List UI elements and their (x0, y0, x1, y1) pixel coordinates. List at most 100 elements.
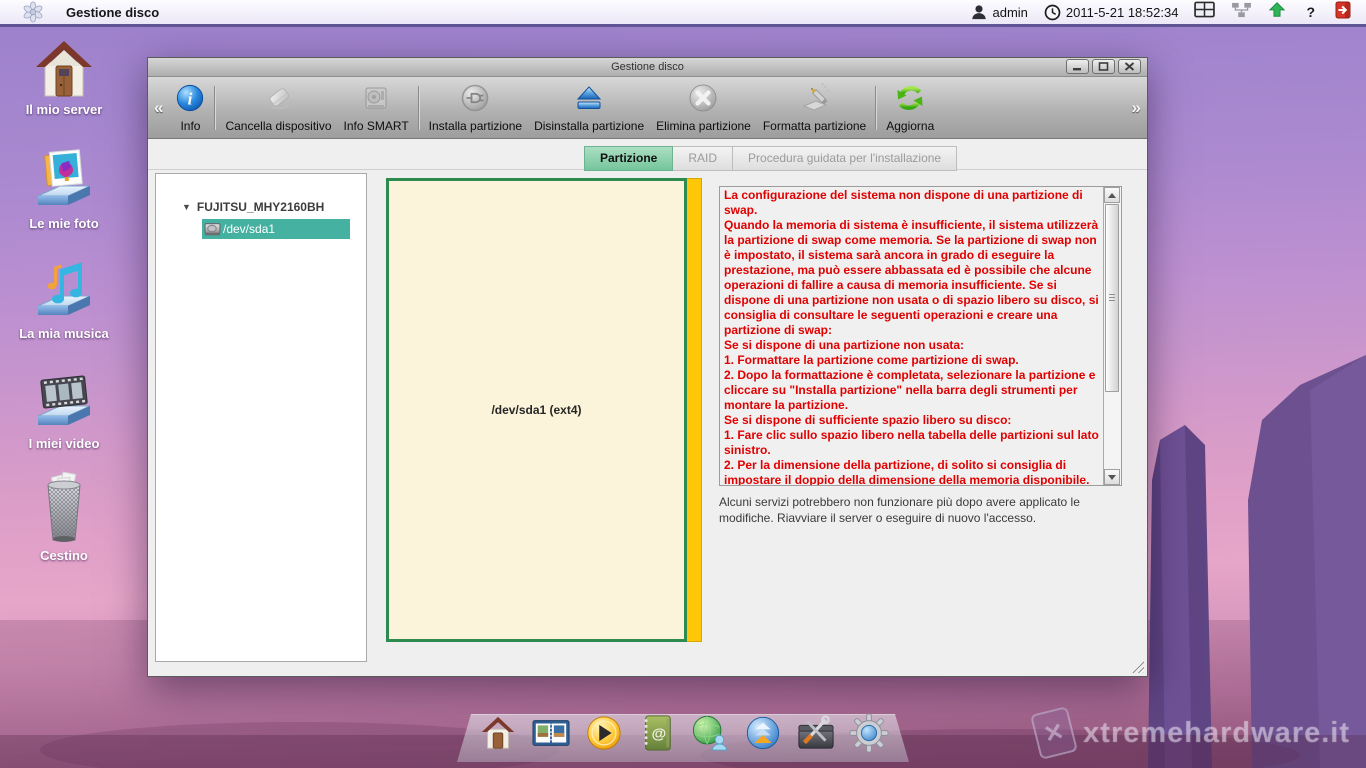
desktop-icon-my-music[interactable]: La mia musica (8, 258, 120, 341)
tab-installation-wizard[interactable]: Procedura guidata per l'installazione (733, 146, 957, 171)
svg-text:i: i (188, 90, 193, 109)
user-icon (971, 4, 987, 21)
info-icon: i (175, 80, 205, 116)
page-title: Gestione disco (66, 5, 159, 20)
toolbar-scroll-right[interactable]: » (1126, 98, 1147, 118)
desktop-icon-my-server[interactable]: Il mio server (8, 38, 120, 117)
partition-name: /dev/sda1 (223, 222, 275, 236)
partition-map: /dev/sda1 (ext4) (386, 178, 702, 642)
dock-media-player-icon[interactable] (583, 712, 625, 754)
scrollbar-thumb[interactable] (1105, 204, 1119, 392)
partition-block-selected[interactable]: /dev/sda1 (ext4) (386, 178, 687, 642)
network-status-button[interactable] (1231, 2, 1252, 23)
svg-text:@: @ (651, 726, 666, 743)
toolbar-button-unmount-partition[interactable]: Disinstalla partizione (528, 77, 650, 138)
delete-x-icon (687, 80, 719, 116)
desktop-icon-my-photos[interactable]: Le mie foto (8, 148, 120, 231)
desktop-icon-label: Cestino (40, 548, 88, 563)
tree-node-device[interactable]: ▼ FUJITSU_MHY2160BH (182, 200, 366, 214)
scrollbar[interactable] (1103, 187, 1121, 485)
window-grid-button[interactable] (1194, 1, 1215, 23)
help-button[interactable]: ? (1302, 4, 1319, 20)
dock-contacts-globe-icon[interactable] (689, 712, 731, 754)
topbar: Gestione disco admin 2011-5-21 18:52:34 (0, 0, 1366, 27)
toolbar-scroll-left[interactable]: « (148, 98, 169, 118)
network-icon (1231, 2, 1252, 18)
plug-icon (459, 80, 491, 116)
minimize-icon (1072, 62, 1083, 71)
scrollbar-down-button[interactable] (1104, 469, 1120, 485)
datetime-text: 2011-5-21 18:52:34 (1066, 5, 1179, 20)
toolbar-button-smart-info[interactable]: Info SMART (338, 77, 415, 138)
xtremehardware-logo-icon: ✕ (1030, 706, 1078, 760)
swap-warning-box: La configurazione del sistema non dispon… (719, 186, 1122, 486)
toolbar-button-info[interactable]: i Info (169, 77, 211, 138)
toolbar-button-mount-partition[interactable]: Installa partizione (423, 77, 528, 138)
topbar-status-area: admin 2011-5-21 18:52:34 (971, 1, 1352, 24)
scrollbar-grip-icon (1109, 294, 1115, 301)
window-resize-grip[interactable] (1131, 660, 1144, 673)
hard-disk-icon (204, 221, 221, 237)
down-arrow-icon (1108, 475, 1116, 480)
desktop-icon-trash[interactable]: Cestino (8, 468, 120, 563)
clock-widget[interactable]: 2011-5-21 18:52:34 (1044, 4, 1179, 21)
toolbar-button-refresh[interactable]: Aggiorna (880, 77, 940, 138)
house-icon (32, 38, 96, 100)
toolbar-separator (214, 86, 216, 130)
dock-toolbox-icon[interactable] (795, 712, 837, 754)
swap-warning-text: La configurazione del sistema non dispon… (720, 187, 1103, 485)
desktop-icon-label: Le mie foto (29, 216, 98, 231)
desktop-icon-label: I miei video (29, 436, 100, 451)
desktop-icon-label: La mia musica (19, 326, 109, 341)
logout-button[interactable] (1335, 1, 1352, 24)
videos-icon (32, 368, 96, 434)
toolbar-button-delete-partition[interactable]: Elimina partizione (650, 77, 757, 138)
logout-icon (1335, 1, 1352, 19)
partition-block-label: /dev/sda1 (ext4) (491, 403, 581, 417)
desktop-icon-my-videos[interactable]: I miei video (8, 368, 120, 451)
desktop-icon-label: Il mio server (26, 102, 103, 117)
tree-expander-icon[interactable]: ▼ (182, 202, 191, 212)
up-arrow-icon (1108, 193, 1116, 198)
watermark: ✕ xtremehardware.it (1035, 710, 1350, 756)
upload-arrow-button[interactable] (1268, 1, 1286, 23)
tab-raid[interactable]: RAID (673, 146, 733, 171)
device-name: FUJITSU_MHY2160BH (197, 200, 324, 214)
toolbar-separator (418, 86, 420, 130)
toolbar-button-format-partition[interactable]: Formatta partizione (757, 77, 872, 138)
window-title: Gestione disco (611, 61, 684, 73)
toolbar-button-erase-device[interactable]: Cancella dispositivo (219, 77, 337, 138)
free-space-block[interactable] (687, 178, 702, 642)
scrollbar-up-button[interactable] (1104, 187, 1120, 203)
dock-download-globe-icon[interactable] (742, 712, 784, 754)
photos-icon (32, 148, 96, 214)
device-tree-panel: ▼ FUJITSU_MHY2160BH /dev/sda1 (155, 173, 367, 662)
window-toolbar: « i Info Cancella dispositivo Info SMART (148, 77, 1147, 139)
close-icon (1124, 62, 1135, 71)
dock-home-icon[interactable] (477, 712, 519, 754)
app-logo-icon (22, 1, 44, 23)
music-icon (32, 258, 96, 324)
dock-address-book-icon[interactable]: @ (636, 712, 678, 754)
grid-icon (1194, 1, 1215, 18)
toolbar-separator (875, 86, 877, 130)
clock-icon (1044, 4, 1061, 21)
smart-disk-icon (360, 80, 392, 116)
dock-photo-album-icon[interactable] (530, 712, 572, 754)
trash-icon (32, 468, 96, 546)
user-menu[interactable]: admin (971, 4, 1027, 21)
tab-strip: Partizione RAID Procedura guidata per l'… (584, 146, 957, 171)
green-up-arrow-icon (1268, 1, 1286, 18)
watermark-text: xtremehardware.it (1083, 717, 1350, 750)
window-titlebar[interactable]: Gestione disco (148, 58, 1147, 77)
tab-partizione[interactable]: Partizione (584, 146, 673, 171)
tree-node-partition-selected[interactable]: /dev/sda1 (202, 219, 350, 239)
eraser-icon (263, 80, 295, 116)
close-button[interactable] (1118, 59, 1141, 74)
maximize-button[interactable] (1092, 59, 1115, 74)
dock: @ (457, 710, 909, 762)
minimize-button[interactable] (1066, 59, 1089, 74)
dock-settings-gear-icon[interactable] (848, 712, 890, 754)
refresh-icon (894, 80, 926, 116)
app-window: Gestione disco « i Info Cancel (147, 57, 1148, 677)
